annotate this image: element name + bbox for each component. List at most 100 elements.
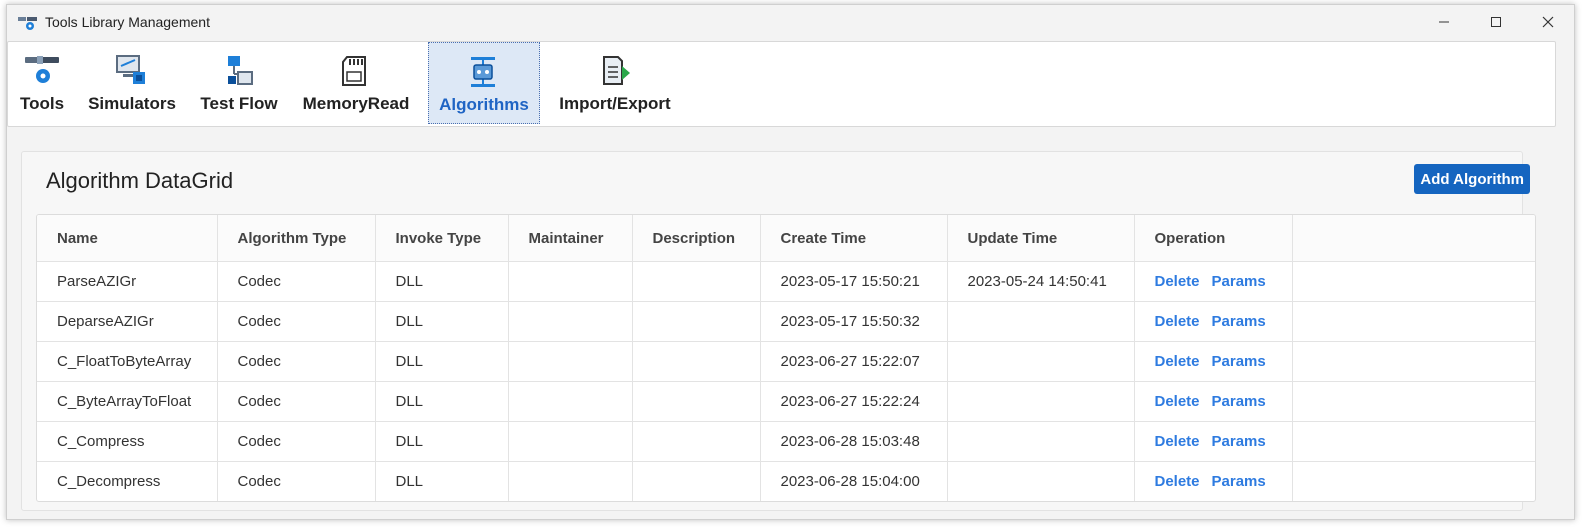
params-link[interactable]: Params [1212, 273, 1266, 290]
cell-invoke-type: DLL [375, 261, 509, 302]
column-header-create-time[interactable]: Create Time [760, 215, 948, 262]
app-icon [17, 15, 39, 30]
cell-update-time [947, 301, 1135, 342]
tab-simulators[interactable]: Simulators [82, 42, 182, 122]
cell-invoke-type: DLL [375, 301, 509, 342]
table-row[interactable]: C_FloatToByteArray Codec DLL 2023-06-27 … [37, 341, 1535, 382]
tab-label: Tools [19, 94, 65, 113]
cell-create-time: 2023-06-27 15:22:24 [760, 381, 948, 422]
cell-maintainer [508, 421, 633, 462]
cell-algorithm-type: Codec [217, 461, 376, 501]
delete-link[interactable]: Delete [1155, 473, 1200, 490]
cell-name: C_Decompress [37, 461, 218, 501]
cell-name: ParseAZIGr [37, 261, 218, 302]
column-header-invoke-type[interactable]: Invoke Type [375, 215, 509, 262]
cell-create-time: 2023-05-17 15:50:21 [760, 261, 948, 302]
params-link[interactable]: Params [1212, 433, 1266, 450]
tab-tools[interactable]: Tools [14, 42, 70, 122]
minimize-button[interactable] [1418, 5, 1470, 39]
cell-description [632, 421, 761, 462]
column-header-filler [1292, 215, 1535, 262]
cell-maintainer [508, 341, 633, 382]
cell-update-time: 2023-05-24 14:50:41 [947, 261, 1135, 302]
minimize-icon [1439, 21, 1449, 23]
tab-algorithms[interactable]: Algorithms [428, 42, 540, 124]
tab-label: Simulators [88, 94, 176, 113]
memory-card-icon [342, 56, 366, 86]
cell-operation: Delete Params [1134, 421, 1293, 462]
table-row[interactable]: C_ByteArrayToFloat Codec DLL 2023-06-27 … [37, 381, 1535, 422]
cell-description [632, 341, 761, 382]
title-bar: Tools Library Management [7, 5, 1574, 39]
cell-update-time [947, 461, 1135, 501]
test-flow-icon [228, 56, 253, 85]
cell-operation: Delete Params [1134, 461, 1293, 501]
maximize-button[interactable] [1470, 5, 1522, 39]
cell-maintainer [508, 381, 633, 422]
tab-label: Algorithms [439, 95, 529, 114]
cell-description [632, 381, 761, 422]
column-header-operation[interactable]: Operation [1134, 215, 1293, 262]
cell-filler [1292, 381, 1535, 422]
column-header-name[interactable]: Name [37, 215, 218, 262]
add-algorithm-button[interactable]: Add Algorithm [1414, 164, 1530, 194]
params-link[interactable]: Params [1212, 353, 1266, 370]
cell-name: DeparseAZIGr [37, 301, 218, 342]
cell-invoke-type: DLL [375, 341, 509, 382]
cell-algorithm-type: Codec [217, 301, 376, 342]
cell-filler [1292, 421, 1535, 462]
algorithm-panel: Algorithm DataGrid Add Algorithm Name Al… [21, 151, 1536, 511]
cell-operation: Delete Params [1134, 261, 1293, 302]
maximize-icon [1491, 17, 1501, 27]
delete-link[interactable]: Delete [1155, 273, 1200, 290]
delete-link[interactable]: Delete [1155, 433, 1200, 450]
column-header-update-time[interactable]: Update Time [947, 215, 1135, 262]
panel-title: Algorithm DataGrid [46, 168, 234, 193]
tools-icon [25, 56, 59, 83]
cell-update-time [947, 341, 1135, 382]
cell-maintainer [508, 301, 633, 342]
cell-maintainer [508, 261, 633, 302]
params-link[interactable]: Params [1212, 313, 1266, 330]
tab-test-flow[interactable]: Test Flow [194, 42, 284, 122]
params-link[interactable]: Params [1212, 473, 1266, 490]
close-icon [1542, 16, 1554, 28]
delete-link[interactable]: Delete [1155, 393, 1200, 410]
cell-filler [1292, 301, 1535, 342]
tab-label: Test Flow [200, 94, 278, 113]
window-title: Tools Library Management [45, 14, 210, 30]
params-link[interactable]: Params [1212, 393, 1266, 410]
cell-filler [1292, 461, 1535, 501]
column-header-maintainer[interactable]: Maintainer [508, 215, 633, 262]
cell-create-time: 2023-06-28 15:04:00 [760, 461, 948, 501]
ribbon-toolbar: Tools Simulators Test Flow MemoryRead Al… [7, 41, 1556, 127]
column-header-description[interactable]: Description [632, 215, 761, 262]
table-row[interactable]: C_Compress Codec DLL 2023-06-28 15:03:48… [37, 421, 1535, 462]
column-header-algorithm-type[interactable]: Algorithm Type [217, 215, 376, 262]
simulators-icon [116, 55, 145, 84]
cell-name: C_ByteArrayToFloat [37, 381, 218, 422]
delete-link[interactable]: Delete [1155, 313, 1200, 330]
table-row[interactable]: DeparseAZIGr Codec DLL 2023-05-17 15:50:… [37, 301, 1535, 342]
cell-description [632, 301, 761, 342]
close-button[interactable] [1522, 5, 1574, 39]
cell-maintainer [508, 461, 633, 501]
algorithm-datagrid: Name Algorithm Type Invoke Type Maintain… [36, 214, 1536, 502]
tab-import-export[interactable]: Import/Export [550, 42, 680, 122]
cell-algorithm-type: Codec [217, 341, 376, 382]
table-row[interactable]: C_Decompress Codec DLL 2023-06-28 15:04:… [37, 461, 1535, 501]
cell-algorithm-type: Codec [217, 381, 376, 422]
cell-name: C_FloatToByteArray [37, 341, 218, 382]
cell-create-time: 2023-05-17 15:50:32 [760, 301, 948, 342]
cell-operation: Delete Params [1134, 381, 1293, 422]
tab-memoryread[interactable]: MemoryRead [296, 42, 416, 122]
cell-description [632, 461, 761, 501]
cell-filler [1292, 261, 1535, 302]
table-row[interactable]: ParseAZIGr Codec DLL 2023-05-17 15:50:21… [37, 261, 1535, 302]
tab-label: MemoryRead [302, 94, 410, 113]
delete-link[interactable]: Delete [1155, 353, 1200, 370]
cell-operation: Delete Params [1134, 341, 1293, 382]
cell-invoke-type: DLL [375, 421, 509, 462]
cell-update-time [947, 421, 1135, 462]
cell-create-time: 2023-06-27 15:22:07 [760, 341, 948, 382]
